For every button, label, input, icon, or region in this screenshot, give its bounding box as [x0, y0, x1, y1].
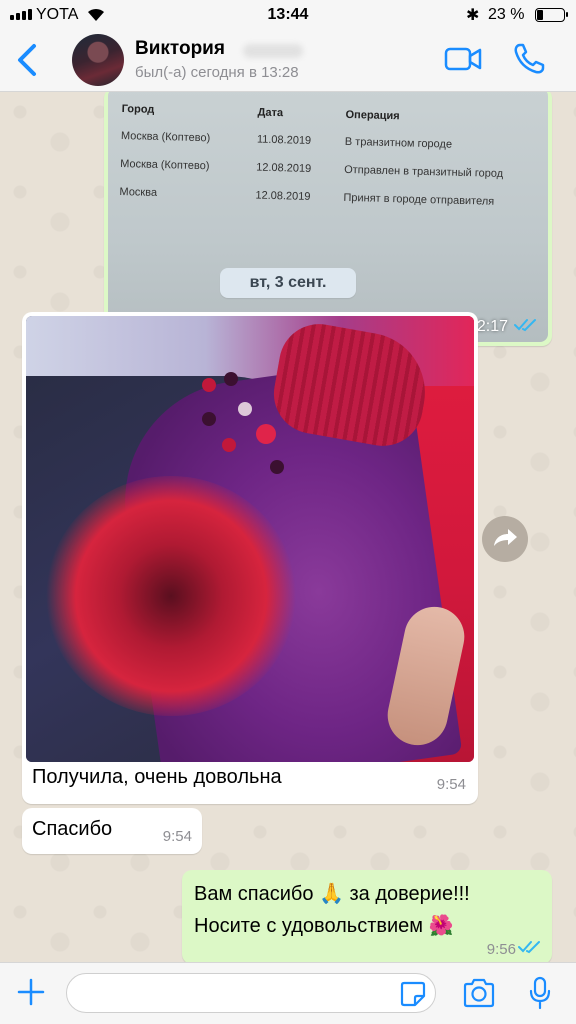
table-header: Операция — [345, 108, 400, 123]
message-time: 9:56 — [486, 941, 516, 958]
message-time: 9:54 — [162, 828, 192, 845]
outgoing-text-message[interactable]: Вам спасибо 🙏 за доверие!!! Носите с удо… — [182, 870, 552, 962]
read-ticks-icon — [514, 319, 536, 332]
table-header: Город — [121, 102, 155, 116]
read-ticks-icon — [518, 941, 540, 954]
message-time: 9:54 — [436, 776, 466, 793]
table-cell: 11.08.2019 — [256, 133, 312, 147]
status-bar: YOTA 13:44 ✱ 23 % — [0, 0, 576, 30]
boot-photo[interactable] — [26, 316, 474, 762]
message-text: Спасибо — [32, 818, 113, 840]
tracking-table: Город Дата Операция Москва (Коптево) 11.… — [119, 96, 542, 217]
sticker-button[interactable] — [400, 981, 426, 1007]
battery-percent: 23 % — [488, 6, 525, 23]
bluetooth-icon: ✱ — [466, 7, 480, 24]
table-cell: 12.08.2019 — [255, 189, 311, 203]
table-cell: 12.08.2019 — [256, 161, 312, 175]
contact-name[interactable]: Виктория — [135, 38, 225, 60]
chat-header: Виктория был(-а) сегодня в 13:28 — [0, 30, 576, 92]
incoming-photo-message[interactable]: Получила, очень довольна 9:54 — [22, 312, 478, 804]
message-line: Носите с удовольствием 🌺 — [194, 915, 454, 937]
last-seen-status: был(-а) сегодня в 13:28 — [135, 64, 299, 81]
incoming-text-message[interactable]: Спасибо 9:54 — [22, 808, 202, 854]
table-cell: Москва (Коптево) — [120, 157, 210, 173]
message-line: Вам спасибо 🙏 за доверие!!! — [194, 883, 470, 905]
back-button[interactable] — [14, 42, 42, 78]
message-text: Вам спасибо 🙏 за доверие!!! Носите с удо… — [194, 878, 470, 942]
table-cell: Принят в городе отправителя — [343, 191, 495, 208]
table-header: Дата — [257, 106, 284, 120]
table-cell: Москва — [119, 185, 158, 199]
tracking-document-photo[interactable]: Город Дата Операция Москва (Коптево) 11.… — [108, 92, 548, 342]
camera-button[interactable] — [462, 978, 496, 1008]
microphone-button[interactable] — [528, 976, 552, 1010]
table-cell: Отправлен в транзитный город — [343, 163, 504, 181]
outgoing-photo-message[interactable]: Город Дата Операция Москва (Коптево) 11.… — [104, 92, 552, 346]
attach-plus-button[interactable] — [16, 977, 46, 1007]
table-cell: В транзитном городе — [344, 135, 453, 151]
date-separator: вт, 3 сент. — [220, 268, 356, 298]
avatar[interactable] — [72, 34, 124, 86]
photo-caption: Получила, очень довольна — [32, 766, 282, 788]
message-input-bar — [0, 962, 576, 1024]
redacted-name — [243, 44, 303, 58]
table-cell: Москва (Коптево) — [120, 129, 211, 145]
chat-area[interactable]: Город Дата Операция Москва (Коптево) 11.… — [0, 92, 576, 962]
voice-call-button[interactable] — [512, 42, 546, 76]
battery-icon — [535, 8, 568, 22]
message-input[interactable] — [66, 973, 436, 1013]
video-call-button[interactable] — [444, 46, 482, 72]
forward-button[interactable] — [482, 516, 528, 562]
